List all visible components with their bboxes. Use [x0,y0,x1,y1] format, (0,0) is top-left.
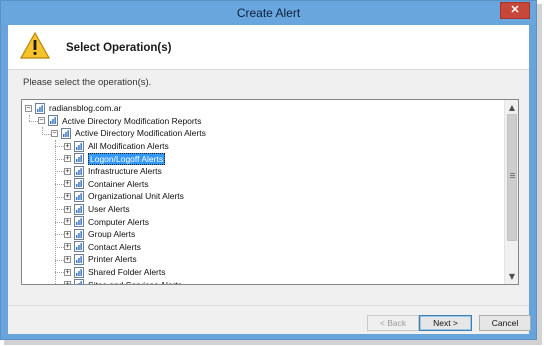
expand-icon[interactable]: + [64,230,71,238]
footer-separator [8,305,529,306]
tree-item[interactable]: + User Alerts [64,203,130,216]
tree-connector-line [29,120,38,122]
expand-icon[interactable]: + [64,192,71,200]
scroll-down-icon[interactable]: ▼ [506,270,518,283]
tree-rows: − radiansblog.com.ar − Active Directory Mod… [22,100,504,284]
warning-icon [20,32,50,59]
close-button[interactable]: ✕ [500,2,530,19]
report-icon [61,127,71,139]
window-shadow [4,340,542,345]
tree-item-label: Container Alerts [88,178,149,189]
tree-item-label: Infrastructure Alerts [88,166,162,177]
collapse-icon[interactable]: − [51,129,58,137]
tree-item[interactable]: + All Modification Alerts [64,140,169,153]
tree-item-label: Organizational Unit Alerts [88,191,184,202]
tree-connector-line [55,158,64,160]
tree-connector-line [55,183,64,185]
report-icon [74,266,84,278]
wizard-header: Select Operation(s) [8,25,529,70]
tree-item[interactable]: + Computer Alerts [64,215,149,228]
tree-item-label: Printer Alerts [88,254,137,265]
tree-item[interactable]: + Contact Alerts [64,241,141,254]
tree-connector-line [55,246,64,248]
tree-item[interactable]: + Logon/Logoff Alerts [64,152,166,165]
page-title: Select Operation(s) [66,42,172,54]
operations-tree[interactable]: − radiansblog.com.ar − Active Directory Mod… [21,99,519,285]
expand-icon[interactable]: + [64,155,71,163]
report-icon [74,253,84,265]
report-icon [74,165,84,177]
tree-item[interactable]: + Group Alerts [64,228,135,241]
tree-item-label: Logon/Logoff Alerts [88,152,166,165]
vertical-scrollbar[interactable]: ▲ ▼ [504,100,518,284]
expand-icon[interactable]: + [64,167,71,175]
tree-connector-line [55,272,64,274]
tree-item-label: Active Directory Modification Reports [62,115,202,126]
tree-connector-line [42,133,51,135]
tree-connector-line [55,234,64,236]
window-title: Create Alert [236,6,301,20]
tree-item[interactable]: − Active Directory Modification Alerts [51,127,206,140]
tree-item[interactable]: + Sites and Services Alerts [64,278,183,285]
report-icon [74,279,84,284]
tree-connector-line [55,146,64,148]
dialog-body: Select Operation(s) Please select the op… [8,25,531,334]
expand-icon[interactable]: + [64,180,71,188]
tree-item-label: Sites and Services Alerts [88,279,183,285]
tree-item-label: Shared Folder Alerts [88,267,166,278]
expand-icon[interactable]: + [64,205,71,213]
tree-connector-line [55,221,64,223]
tree-item-label: Group Alerts [88,229,136,240]
tree-item[interactable]: + Printer Alerts [64,253,137,266]
tree-connector-line [55,139,56,284]
collapse-icon[interactable]: − [25,104,32,112]
tree-item[interactable]: + Organizational Unit Alerts [64,190,184,203]
expand-icon[interactable]: + [64,243,71,251]
tree-item-label: Active Directory Modification Alerts [75,128,206,139]
tree-item-label: radiansblog.com.ar [49,103,122,114]
tree-item[interactable]: + Infrastructure Alerts [64,165,162,178]
tree-item[interactable]: + Shared Folder Alerts [64,266,165,279]
report-icon [74,140,84,152]
cancel-button[interactable]: Cancel [479,315,531,331]
tree-connector-line [55,209,64,211]
tree-item-label: User Alerts [88,204,130,215]
report-icon [74,216,84,228]
instruction-text: Please select the operation(s). [23,77,152,88]
report-icon [74,241,84,253]
create-alert-dialog: Create Alert ✕ Select Operation(s) Pleas… [0,0,537,340]
report-icon [74,203,84,215]
expand-icon[interactable]: + [64,268,71,276]
tree-connector-line [55,196,64,198]
scroll-thumb[interactable] [507,114,517,241]
tree-item-label: All Modification Alerts [88,141,169,152]
report-icon [35,102,45,114]
title-bar[interactable]: Create Alert ✕ [1,1,536,25]
report-icon [74,178,84,190]
tree-connector-line [55,171,64,173]
tree-connector-line [55,259,64,261]
expand-icon[interactable]: + [64,281,71,284]
collapse-icon[interactable]: − [38,117,45,125]
report-icon [74,153,84,165]
expand-icon[interactable]: + [64,218,71,226]
grip-icon [510,173,515,178]
tree-item[interactable]: − radiansblog.com.ar [25,102,121,115]
tree-item-label: Computer Alerts [88,216,149,227]
tree-item-label: Contact Alerts [88,241,141,252]
tree-item[interactable]: + Container Alerts [64,178,148,191]
window-shadow [537,4,542,340]
report-icon [74,190,84,202]
expand-icon[interactable]: + [64,142,71,150]
report-icon [74,228,84,240]
expand-icon[interactable]: + [64,255,71,263]
report-icon [48,115,58,127]
tree-item[interactable]: − Active Directory Modification Reports [38,115,201,128]
back-button[interactable]: < Back [367,315,419,331]
next-button[interactable]: Next > [419,315,472,331]
scroll-up-icon[interactable]: ▲ [506,101,518,114]
